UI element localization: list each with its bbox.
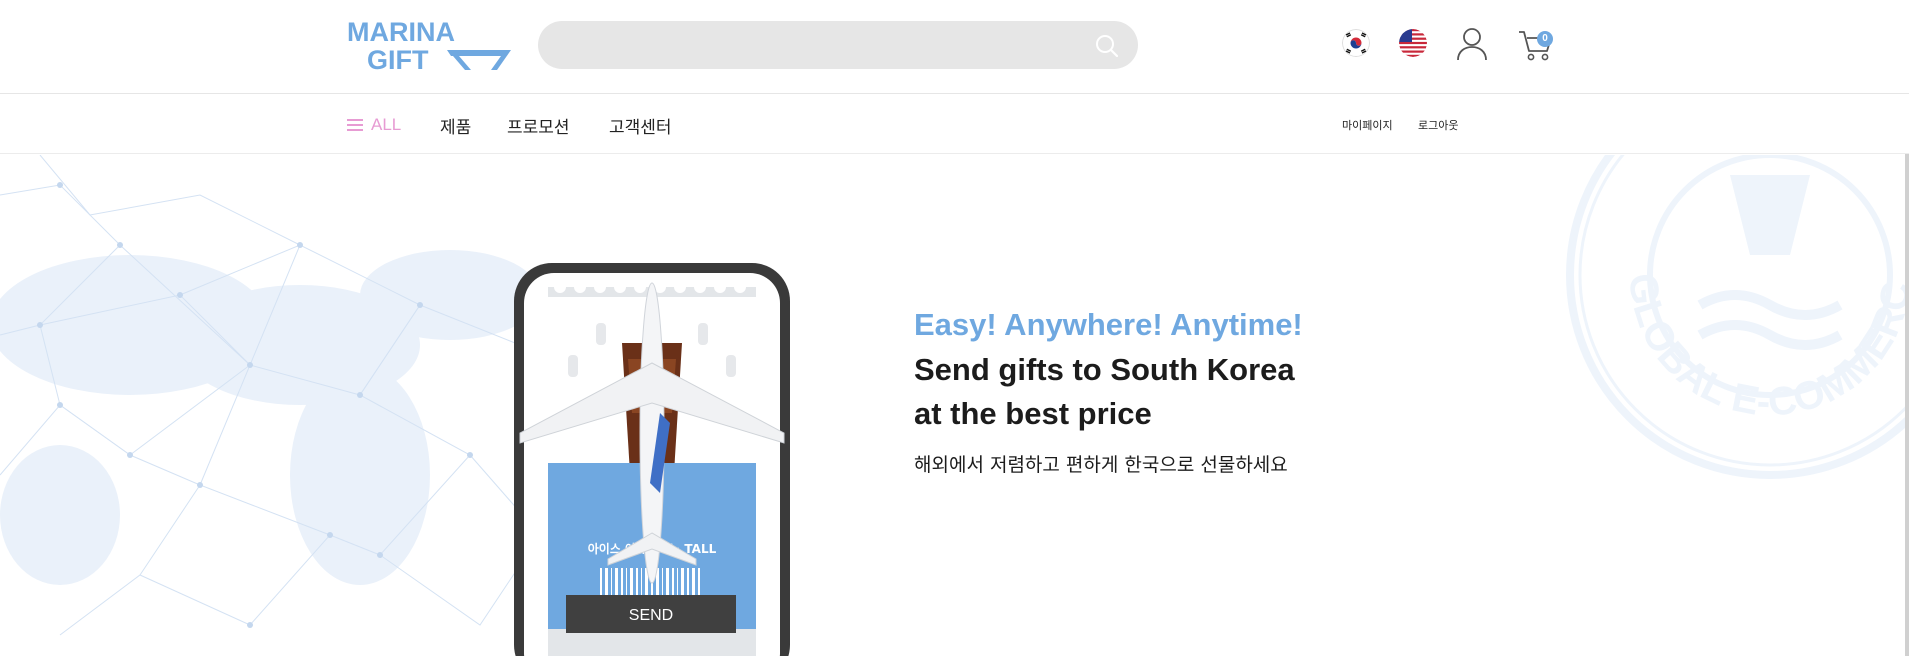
hero-tagline: Easy! Anywhere! Anytime! xyxy=(914,307,1303,342)
hero-banner: GLOBAL E-COMMERCE 아이스 아메리카노 TALL xyxy=(0,155,1909,656)
search-bar xyxy=(538,21,1138,69)
korea-flag-icon[interactable] xyxy=(1342,29,1370,57)
all-categories-button[interactable]: ALL xyxy=(347,113,401,137)
svg-text:GIFT: GIFT xyxy=(367,45,429,74)
hero-subtext: 해외에서 저렴하고 편하게 한국으로 선물하세요 xyxy=(914,454,1288,476)
nav-item-promotions[interactable]: 프로모션 xyxy=(507,113,570,138)
hero-headline-line1: Send gifts to South Korea xyxy=(914,352,1295,387)
hero-headline-line2: at the best price xyxy=(914,396,1152,431)
send-button-label: SEND xyxy=(629,607,673,624)
svg-text:MARINA: MARINA xyxy=(347,18,455,47)
cart-count-badge: 0 xyxy=(1537,31,1553,47)
marina-gift-logo[interactable]: MARINA GIFT xyxy=(347,18,511,74)
all-categories-label: ALL xyxy=(371,115,402,134)
nav-link-logout[interactable]: 로그아웃 xyxy=(1418,117,1458,133)
user-icon[interactable] xyxy=(1456,27,1488,61)
menu-icon xyxy=(347,119,363,131)
nav-link-mypage[interactable]: 마이페이지 xyxy=(1342,117,1393,133)
nav-item-customer-center[interactable]: 고객센터 xyxy=(609,113,672,138)
world-network-background xyxy=(0,155,541,636)
search-icon[interactable] xyxy=(1094,33,1120,59)
page-scrollbar[interactable] xyxy=(1905,154,1909,656)
phone-illustration: 아이스 아메리카노 TALL SEND xyxy=(514,263,790,656)
global-ecommerce-seal: GLOBAL E-COMMERCE xyxy=(1560,155,1909,479)
nav-item-products[interactable]: 제품 xyxy=(440,113,471,138)
site-header: MARINA GIFT 0 xyxy=(0,0,1909,94)
usa-flag-icon[interactable] xyxy=(1399,29,1427,57)
search-input[interactable] xyxy=(558,21,1078,69)
main-nav: ALL 제품 프로모션 고객센터 마이페이지 로그아웃 xyxy=(0,95,1909,154)
